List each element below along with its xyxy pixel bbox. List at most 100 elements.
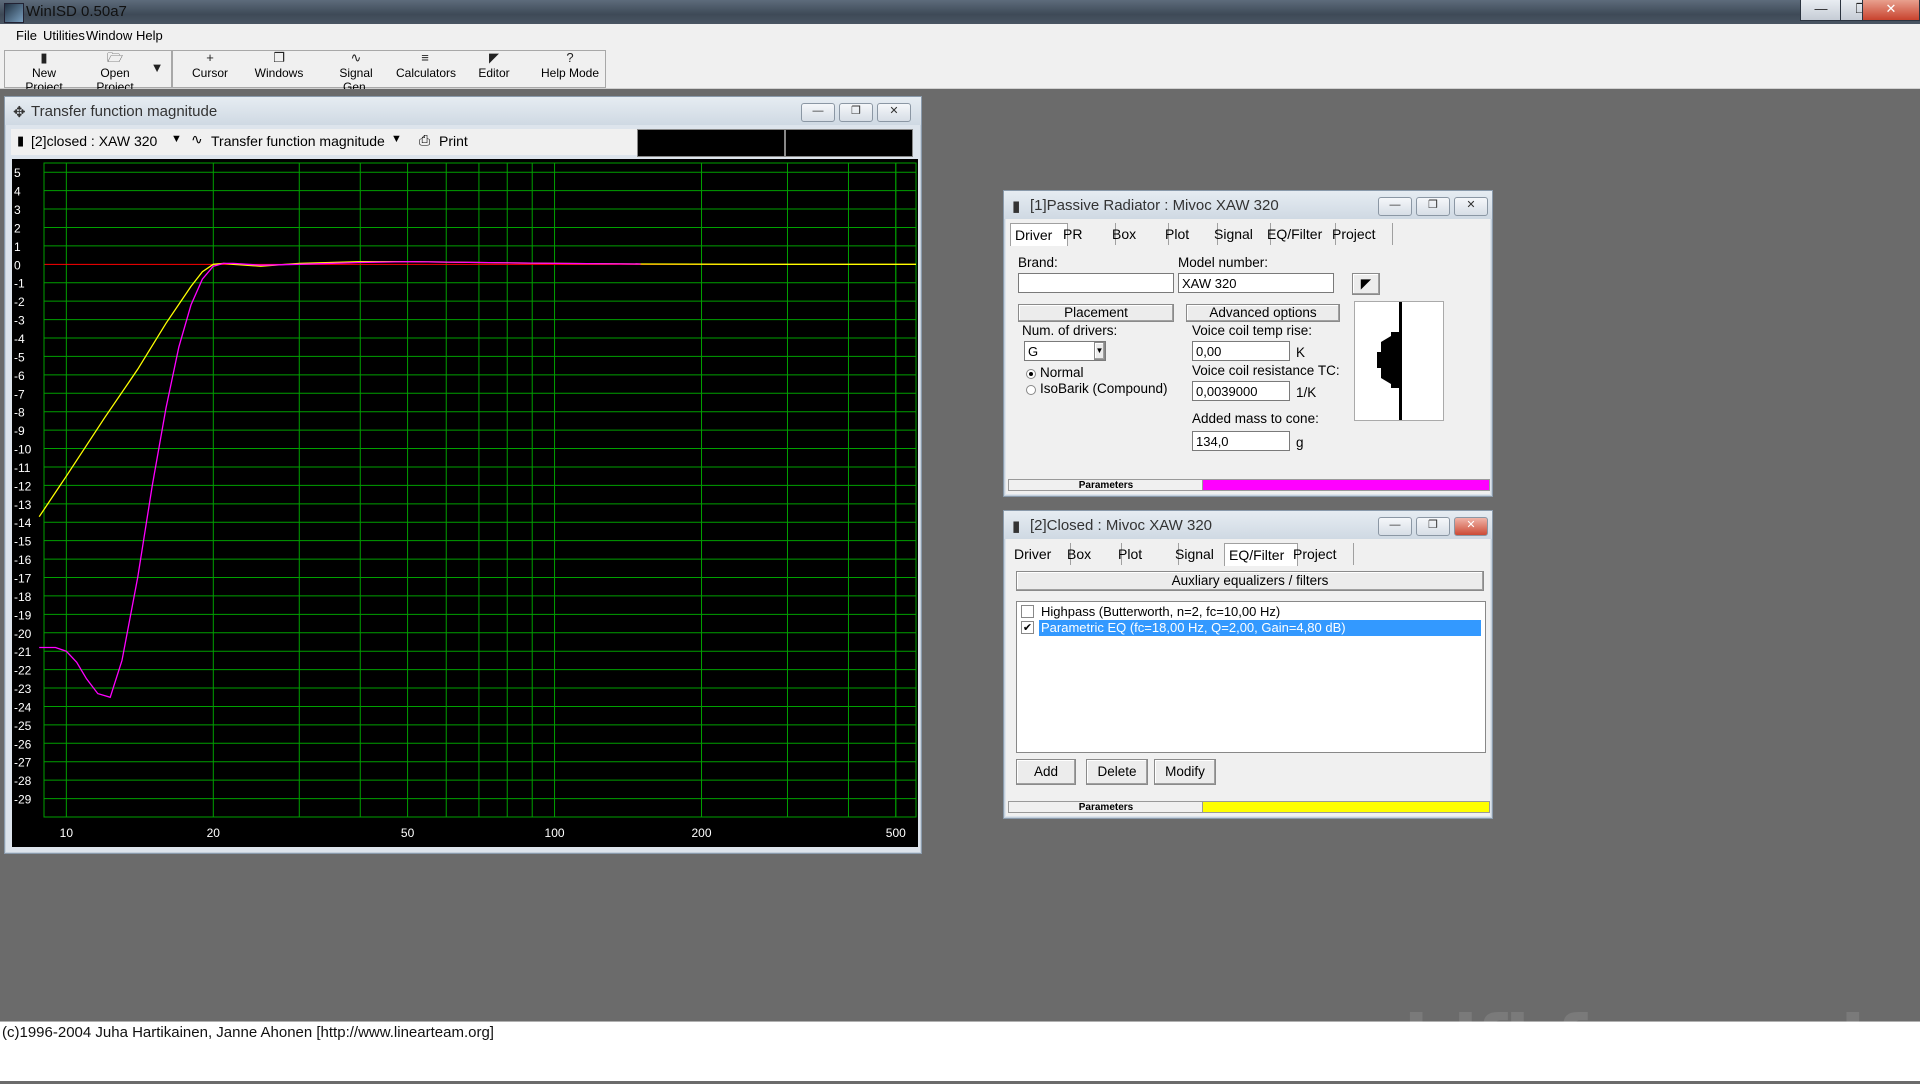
- placement-button[interactable]: Placement: [1018, 304, 1174, 322]
- plot-frame: [43, 162, 917, 818]
- waveform-icon: ∿: [191, 131, 203, 147]
- isobarik-radio[interactable]: [1026, 385, 1036, 395]
- y-tick-label: -26: [14, 737, 32, 751]
- modify-button[interactable]: Modify: [1154, 759, 1216, 785]
- calculators-button[interactable]: ≡ Calculators: [396, 50, 456, 84]
- y-tick-label: -22: [14, 664, 32, 678]
- help-mode-label: Help Mode: [540, 66, 600, 80]
- menu-file[interactable]: File: [16, 28, 37, 43]
- plot-select[interactable]: Transfer function magnitude: [211, 133, 385, 149]
- app-icon: [4, 3, 24, 23]
- vc-temp-field[interactable]: 0,00: [1192, 341, 1290, 361]
- eq-list-item[interactable]: Highpass (Butterworth, n=2, fc=10,00 Hz): [1019, 604, 1481, 620]
- waveform-icon: ∿: [350, 50, 362, 65]
- pr-window-minimize-button[interactable]: —: [1378, 197, 1412, 216]
- y-tick-label: -15: [14, 535, 32, 549]
- y-tick-label: -28: [14, 774, 32, 788]
- cursor-readout-2: [785, 129, 913, 157]
- menu-utilities[interactable]: Utilities: [43, 28, 85, 43]
- y-tick-label: -2: [14, 295, 25, 309]
- transfer-function-chart[interactable]: 543210-1-2-3-4-5-6-7-8-9-10-11-12-13-14-…: [12, 159, 918, 847]
- project-icon: ▮: [1012, 198, 1021, 215]
- y-tick-label: -5: [14, 350, 25, 364]
- transfer-function-window: ✥ Transfer function magnitude — ❐ ✕ ▮ [2…: [4, 96, 922, 854]
- open-project-button[interactable]: 🗁 Open Project: [80, 50, 150, 94]
- added-mass-unit: g: [1296, 435, 1304, 450]
- close-button[interactable]: ✕: [1862, 0, 1920, 21]
- chart-area[interactable]: 5 4 3 2 1 0 -1 -2 -3 -4 -5 -6 -7 -8 -9 -10 -11 -12 -13 -14-…: [12, 159, 918, 847]
- advanced-options-button[interactable]: Advanced options: [1186, 304, 1340, 322]
- chart-window-title: Transfer function magnitude: [31, 103, 218, 120]
- model-number-field[interactable]: XAW 320: [1178, 273, 1334, 293]
- closed-window-restore-button[interactable]: ❐: [1416, 517, 1450, 536]
- eq-filter-list[interactable]: Highpass (Butterworth, n=2, fc=10,00 Hz)…: [1016, 601, 1486, 753]
- help-mode-button[interactable]: ? Help Mode: [540, 50, 600, 84]
- speaker-editor-button[interactable]: ◤: [1352, 273, 1380, 295]
- eq-item-label: Parametric EQ (fc=18,00 Hz, Q=2,00, Gain…: [1039, 620, 1481, 636]
- delete-button[interactable]: Delete: [1086, 759, 1148, 785]
- project-select[interactable]: [2]closed : XAW 320: [31, 133, 157, 149]
- y-tick-label: -17: [14, 572, 32, 586]
- closed-tab-plot[interactable]: Plot: [1114, 543, 1179, 565]
- eq-list-item[interactable]: ✔ Parametric EQ (fc=18,00 Hz, Q=2,00, Gai…: [1019, 620, 1481, 636]
- editor-button[interactable]: ◤ Editor: [474, 50, 514, 84]
- new-project-button[interactable]: ▮ New Project: [14, 50, 74, 94]
- y-tick-label: -25: [14, 719, 32, 733]
- pr-window-title: [1]Passive Radiator : Mivoc XAW 320: [1030, 197, 1279, 214]
- closed-box-window: ▮ [2]Closed : Mivoc XAW 320 — ❐ ✕ Driver…: [1003, 510, 1493, 819]
- pr-window-restore-button[interactable]: ❐: [1416, 197, 1450, 216]
- closed-tab-signal[interactable]: Signal: [1171, 543, 1232, 565]
- closed-tab-project[interactable]: Project: [1289, 543, 1354, 565]
- added-mass-field[interactable]: 134,0: [1192, 431, 1290, 451]
- signal-gen-button[interactable]: ∿ Signal Gen.: [326, 50, 386, 94]
- eq-item-checkbox[interactable]: [1021, 605, 1034, 618]
- brand-field[interactable]: [1018, 273, 1174, 293]
- y-tick-label: 4: [14, 185, 21, 199]
- closed-window-close-button[interactable]: ✕: [1454, 517, 1488, 536]
- y-tick-label: -14: [14, 516, 32, 530]
- folder-icon: 🗁: [106, 50, 124, 65]
- print-button[interactable]: Print: [439, 133, 468, 149]
- pr-tab-eq-filter[interactable]: EQ/Filter: [1263, 223, 1336, 245]
- pr-tab-box[interactable]: Box: [1108, 223, 1169, 245]
- chevron-down-icon[interactable]: ▼: [391, 133, 402, 145]
- chevron-down-icon[interactable]: ▼: [1094, 342, 1105, 360]
- chart-window-minimize-button[interactable]: —: [801, 103, 835, 122]
- chevron-down-icon[interactable]: ▼: [171, 133, 182, 145]
- vc-temp-unit: K: [1296, 345, 1306, 360]
- cursor-readout-1: [637, 129, 785, 157]
- menu-window[interactable]: Window: [86, 28, 132, 43]
- add-button[interactable]: Add: [1016, 759, 1076, 785]
- menu-bar: File Utilities Window Help: [0, 24, 1920, 48]
- chart-window-restore-button[interactable]: ❐: [839, 103, 873, 122]
- eq-item-checkbox[interactable]: ✔: [1021, 621, 1034, 634]
- closed-window-titlebar[interactable]: ▮ [2]Closed : Mivoc XAW 320 — ❐ ✕: [1004, 511, 1492, 539]
- closed-tab-driver[interactable]: Driver: [1010, 543, 1071, 565]
- app-title: WinISD 0.50a7: [26, 3, 127, 20]
- y-tick-label: -6: [14, 369, 25, 383]
- pr-tab-signal[interactable]: Signal: [1210, 223, 1271, 245]
- printer-icon: ⎙: [419, 132, 431, 148]
- vc-resistance-field[interactable]: 0,0039000: [1192, 381, 1290, 401]
- closed-window-title: [2]Closed : Mivoc XAW 320: [1030, 517, 1213, 534]
- chart-window-titlebar[interactable]: ✥ Transfer function magnitude — ❐ ✕: [5, 97, 921, 125]
- windows-button[interactable]: ❐ Windows: [254, 50, 304, 84]
- speaker-icon: ◤: [489, 50, 499, 65]
- cursor-button[interactable]: + Cursor: [188, 50, 232, 84]
- menu-help[interactable]: Help: [136, 28, 163, 43]
- pr-window-close-button[interactable]: ✕: [1454, 197, 1488, 216]
- closed-status-color-bar: [1202, 801, 1490, 813]
- closed-tab-eq-filter[interactable]: EQ/Filter: [1224, 543, 1298, 566]
- y-tick-label: -13: [14, 498, 32, 512]
- chart-window-close-button[interactable]: ✕: [877, 103, 911, 122]
- pr-window-titlebar[interactable]: ▮ [1]Passive Radiator : Mivoc XAW 320 — …: [1004, 191, 1492, 219]
- series-line-2: [39, 260, 641, 699]
- closed-window-body: Driver Box Plot Signal EQ/Filter Project Auxl…: [1006, 539, 1490, 816]
- eq-item-label: Highpass (Butterworth, n=2, fc=10,00 Hz): [1041, 604, 1281, 619]
- closed-window-minimize-button[interactable]: —: [1378, 517, 1412, 536]
- pr-status-label: Parameters: [1008, 479, 1204, 491]
- pr-tab-project[interactable]: Project: [1328, 223, 1393, 245]
- x-tick-label: 200: [691, 826, 711, 840]
- minimize-button[interactable]: —: [1800, 0, 1842, 21]
- normal-radio[interactable]: [1026, 369, 1036, 379]
